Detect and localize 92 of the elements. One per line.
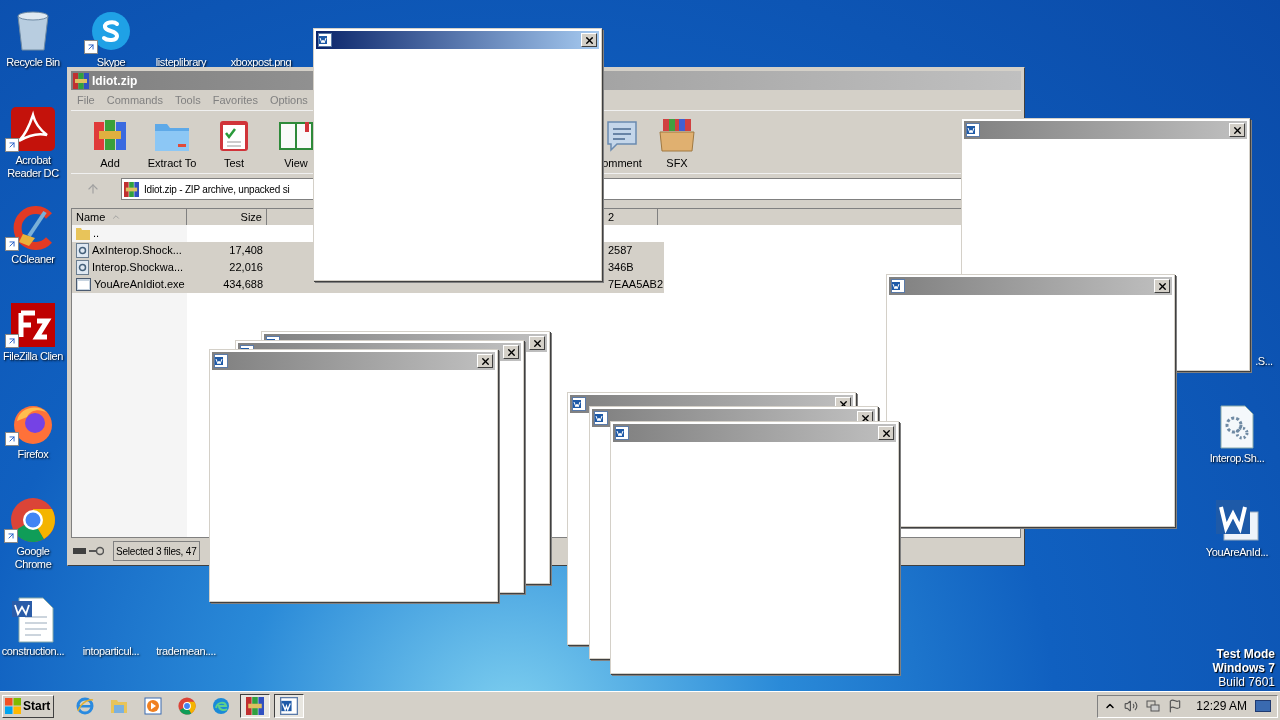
media-player-icon	[144, 697, 162, 715]
desktop-icon-label[interactable]: Google Chrome	[0, 545, 66, 571]
word-icon	[214, 354, 228, 368]
word-icon	[966, 123, 980, 137]
toolbar-button[interactable]: Add	[81, 117, 139, 171]
close-button[interactable]	[529, 336, 545, 350]
desktop-icon-label[interactable]: Acrobat Reader DC	[0, 154, 66, 180]
desktop-icon-label[interactable]: Skype	[96, 56, 126, 69]
desktop-icon-label[interactable]: FileZilla Clien	[3, 350, 63, 363]
acrobat-icon	[11, 107, 55, 151]
flag-icon[interactable]	[1168, 699, 1183, 713]
close-button[interactable]	[878, 426, 894, 440]
word-icon	[594, 411, 608, 425]
filezilla-icon	[11, 303, 55, 347]
desktop-icon-label[interactable]: xboxpost.png	[230, 56, 292, 69]
word-icon	[615, 426, 629, 440]
desktop-icon-label[interactable]: Recycle Bin	[6, 56, 60, 69]
desktop-icon-label[interactable]: CCleaner	[11, 253, 55, 266]
close-icon	[479, 355, 491, 367]
close-button[interactable]	[1229, 123, 1245, 137]
close-icon	[1231, 124, 1243, 136]
status-text: Selected 3 files, 47	[113, 541, 200, 561]
windows-logo-icon	[5, 698, 21, 714]
close-icon	[1156, 280, 1168, 292]
test-mode-notice-text: Test Mode	[1216, 647, 1275, 661]
close-button[interactable]	[503, 345, 519, 359]
speaker-icon[interactable]	[1124, 699, 1139, 713]
test-mode-notice-text: Build 7601	[1218, 675, 1275, 689]
toolbar-button[interactable]: Extract To	[143, 119, 201, 171]
test-mode-notice-text: Windows 7	[1212, 661, 1275, 675]
archive-app-icon	[246, 697, 264, 715]
word-icon	[891, 279, 905, 293]
close-icon	[531, 337, 543, 349]
box-icon	[659, 117, 695, 152]
file-size: 22,016	[229, 260, 263, 276]
gear-file-icon	[76, 243, 89, 258]
close-button[interactable]	[581, 33, 597, 47]
drive-icon	[73, 548, 86, 554]
toolbar-button[interactable]: omment	[600, 119, 644, 171]
folder-icon	[76, 227, 90, 240]
file-name: ..	[93, 226, 100, 242]
speech-bubble-icon	[605, 119, 639, 152]
chrome-icon	[178, 697, 196, 715]
skype-icon	[90, 10, 132, 52]
word-icon	[1214, 498, 1260, 544]
internet-explorer-icon	[76, 697, 94, 715]
close-button[interactable]	[1154, 279, 1170, 293]
start-button[interactable]: Start	[2, 694, 54, 718]
word-icon	[572, 397, 586, 411]
network-icon[interactable]	[1146, 699, 1161, 713]
desktop-icon-label[interactable]: listeplibrary	[155, 56, 207, 69]
application-file-icon	[76, 278, 91, 291]
file-name: Interop.Shockwa...	[92, 260, 184, 276]
taskbar-button[interactable]	[240, 694, 270, 718]
close-icon	[583, 34, 595, 46]
window-title: Idiot.zip	[92, 72, 138, 90]
close-icon	[505, 346, 517, 358]
archive-app-icon	[124, 181, 139, 197]
books-icon	[93, 117, 127, 152]
table-cell-text: 7EAA5AB2	[608, 277, 664, 293]
table-cell-text: 2587	[608, 243, 633, 259]
toolbar-button[interactable]: Test	[205, 117, 263, 171]
toolbar-button[interactable]: SFX	[648, 117, 706, 171]
word-document-icon	[11, 597, 55, 643]
folder-icon	[110, 698, 128, 714]
desktop-icon-label[interactable]: trademean....	[156, 645, 216, 658]
desktop-icon-label[interactable]: Firefox	[17, 448, 49, 461]
desktop-icon-label[interactable]: construction...	[1, 645, 65, 658]
gear-document-icon	[1219, 405, 1255, 449]
file-name: AxInterop.Shock...	[92, 243, 182, 259]
file-size: 17,408	[229, 243, 263, 259]
key-icon	[88, 546, 104, 556]
archive-app-icon	[73, 72, 89, 89]
edge-icon	[212, 697, 230, 715]
taskbar-button[interactable]	[274, 694, 304, 718]
close-icon	[880, 427, 892, 439]
desktop-icon-label[interactable]: YouAreAnId...	[1205, 546, 1269, 559]
file-name: YouAreAnIdiot.exe	[94, 277, 185, 293]
word-icon	[280, 697, 298, 715]
desktop-icon-label[interactable]: .S...	[1255, 355, 1273, 368]
desktop-icon-label[interactable]: Interop.Sh...	[1209, 452, 1265, 465]
gear-file-icon	[76, 260, 89, 275]
ccleaner-icon	[11, 206, 55, 250]
chrome-icon	[10, 497, 56, 543]
table-cell-text: 346B	[608, 260, 634, 276]
recycle-bin-icon	[15, 10, 51, 52]
popup-title-bar[interactable]	[316, 31, 599, 49]
close-button[interactable]	[477, 354, 493, 368]
file-size: 434,688	[223, 277, 263, 293]
desktop-icon-label[interactable]: intoparticul...	[82, 645, 140, 658]
column-header[interactable]: Size	[187, 209, 267, 225]
word-icon	[318, 33, 332, 47]
